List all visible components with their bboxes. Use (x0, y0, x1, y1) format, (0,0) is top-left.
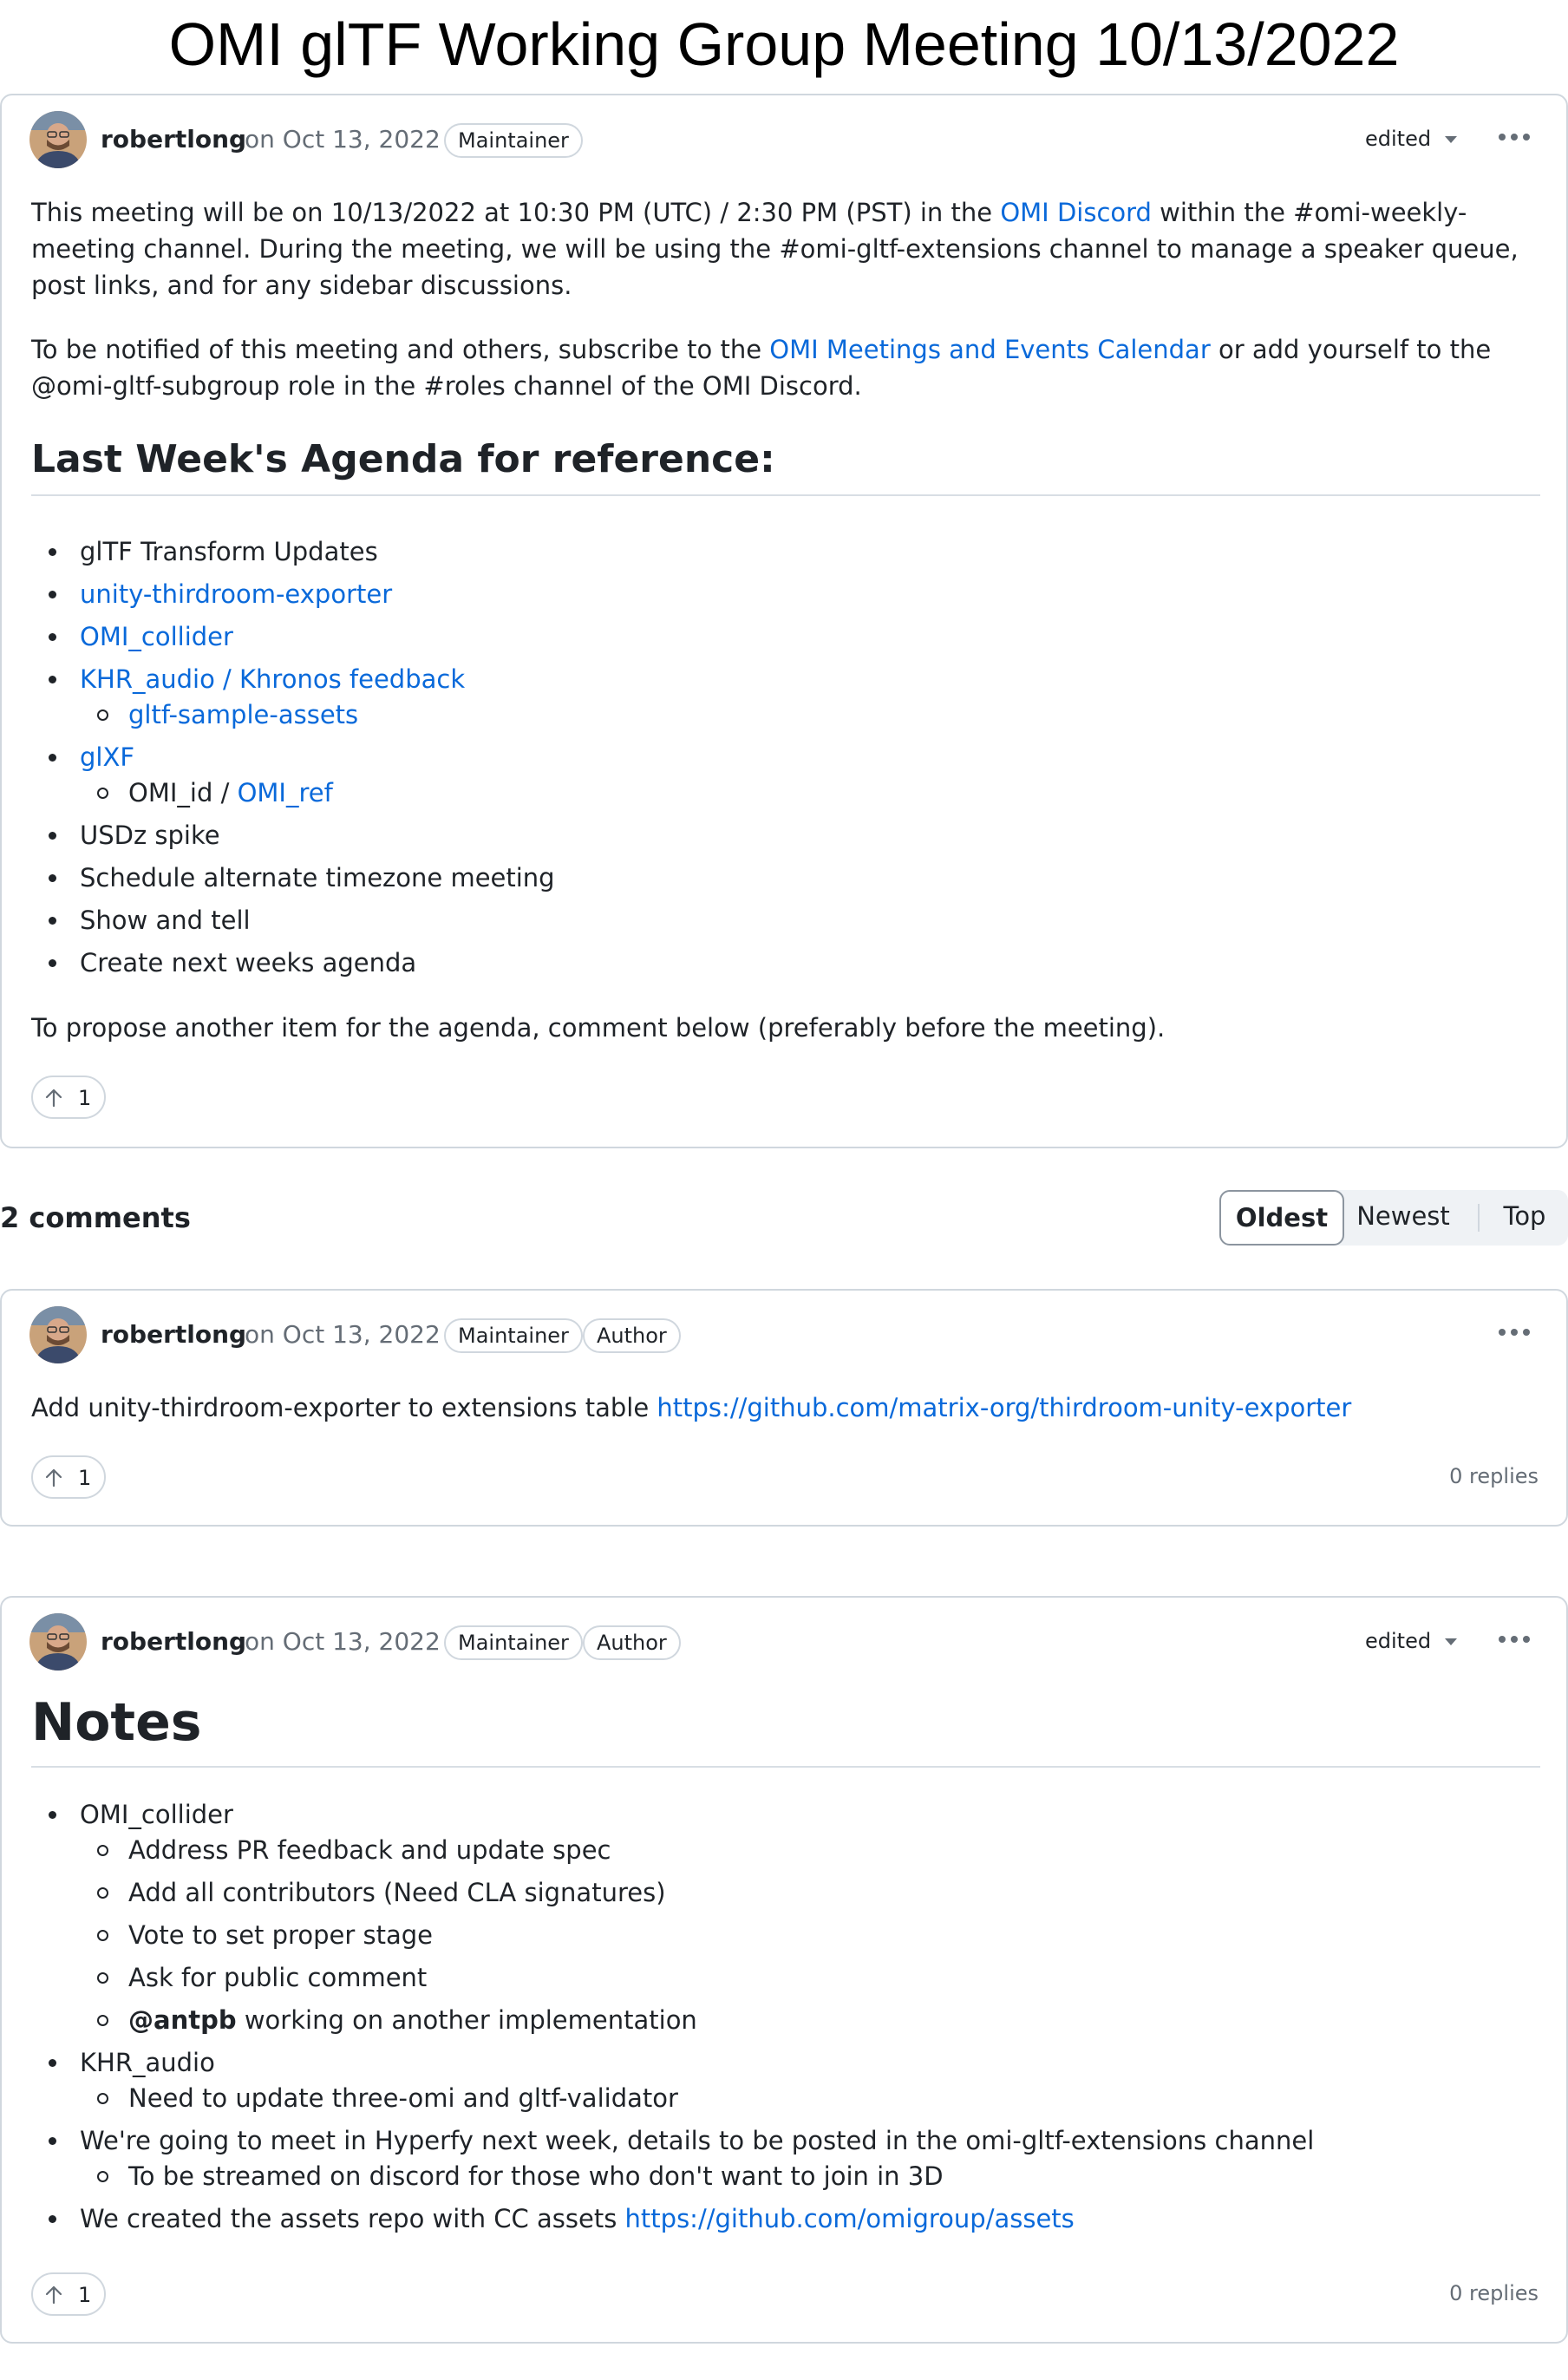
list-item: gltf-sample-assets (80, 694, 1540, 736)
post-header: robertlong on Oct 13, 2022 Maintainer ed… (29, 111, 1539, 168)
comment-header: robertlong on Oct 13, 2022 Maintainer Au… (29, 1306, 1539, 1363)
comments-count: 2 comments (0, 1201, 191, 1234)
upvote-button[interactable]: 1 (31, 2272, 106, 2316)
author-name[interactable]: robertlong (101, 1626, 246, 1658)
caret-down-icon (1445, 136, 1458, 143)
divider (1478, 1204, 1480, 1232)
author-badge: Author (583, 1625, 681, 1660)
edited-dropdown[interactable]: edited (1365, 125, 1458, 153)
upvote-button[interactable]: 1 (31, 1076, 106, 1119)
agenda-list: glTF Transform Updates unity-thirdroom-e… (31, 531, 1540, 984)
caret-down-icon (1445, 1638, 1458, 1645)
list-item: @antpb working on another implementation (80, 1999, 1540, 2042)
unity-thirdroom-exporter-link[interactable]: unity-thirdroom-exporter (80, 579, 392, 609)
list-item: glXF OMI_id / OMI_ref (31, 736, 1540, 814)
replies-count[interactable]: 0 replies (1449, 2279, 1539, 2307)
user-mention[interactable]: @antpb (128, 2005, 237, 2035)
notes-list: OMI_collider Address PR feedback and upd… (31, 1794, 1540, 2240)
page-title: OMI glTF Working Group Meeting 10/13/202… (168, 10, 1400, 78)
upvote-button[interactable]: 1 (31, 1455, 106, 1499)
avatar[interactable] (29, 111, 87, 168)
sort-top-button[interactable]: Top (1481, 1190, 1568, 1246)
more-options-icon[interactable] (1495, 1629, 1533, 1650)
list-item: Create next weeks agenda (31, 942, 1540, 984)
more-options-icon[interactable] (1495, 127, 1533, 147)
list-item: KHR_audio / Khronos feedback gltf-sample… (31, 658, 1540, 736)
arrow-up-icon (43, 2285, 64, 2305)
omi-discord-link[interactable]: OMI Discord (1000, 198, 1152, 227)
comment-header: robertlong on Oct 13, 2022 Maintainer Au… (29, 1613, 1539, 1671)
comment: robertlong on Oct 13, 2022 Maintainer Au… (0, 1289, 1568, 1527)
list-item: KHR_audio Need to update three-omi and g… (31, 2042, 1540, 2120)
list-item: We created the assets repo with CC asset… (31, 2198, 1540, 2240)
agenda-heading: Last Week's Agenda for reference: (31, 435, 1540, 496)
closing-text: To propose another item for the agenda, … (31, 1013, 1166, 1043)
sort-segmented-control: Oldest Newest Top (1219, 1190, 1568, 1246)
glxf-link[interactable]: glXF (80, 742, 134, 772)
discussion-post: robertlong on Oct 13, 2022 Maintainer ed… (0, 94, 1568, 1148)
maintainer-badge: Maintainer (444, 123, 583, 158)
arrow-up-icon (43, 1088, 64, 1108)
list-item: Need to update three-omi and gltf-valida… (80, 2077, 1540, 2120)
maintainer-badge: Maintainer (444, 1318, 583, 1353)
avatar[interactable] (29, 1613, 87, 1671)
comment-date[interactable]: on Oct 13, 2022 (245, 1626, 441, 1658)
arrow-up-icon (43, 1468, 64, 1488)
sort-newest-button[interactable]: Newest (1349, 1190, 1457, 1246)
avatar[interactable] (29, 1306, 87, 1363)
calendar-link[interactable]: OMI Meetings and Events Calendar (769, 335, 1210, 364)
comment: robertlong on Oct 13, 2022 Maintainer Au… (0, 1596, 1568, 2344)
list-item: To be streamed on discord for those who … (80, 2155, 1540, 2198)
omi-ref-link[interactable]: OMI_ref (238, 778, 333, 808)
upvote-count: 1 (78, 2283, 92, 2307)
notes-heading: Notes (31, 1691, 1540, 1768)
list-item: USDz spike (31, 814, 1540, 857)
more-options-icon[interactable] (1495, 1322, 1533, 1343)
edited-label: edited (1365, 1629, 1432, 1653)
author-name[interactable]: robertlong (101, 124, 246, 155)
upvote-count: 1 (78, 1086, 92, 1110)
list-item: Show and tell (31, 899, 1540, 942)
post-paragraph-1: This meeting will be on 10/13/2022 at 10… (31, 198, 1519, 300)
list-item: Schedule alternate timezone meeting (31, 857, 1540, 899)
sort-oldest-button[interactable]: Oldest (1219, 1190, 1344, 1246)
author-name[interactable]: robertlong (101, 1319, 246, 1350)
list-item: Address PR feedback and update spec (80, 1829, 1540, 1872)
list-item: glTF Transform Updates (31, 531, 1540, 573)
post-paragraph-2: To be notified of this meeting and other… (31, 335, 1492, 401)
list-item: Add all contributors (Need CLA signature… (80, 1872, 1540, 1914)
gltf-sample-assets-link[interactable]: gltf-sample-assets (128, 700, 358, 729)
comment-date[interactable]: on Oct 13, 2022 (245, 1319, 441, 1350)
list-item: OMI_id / OMI_ref (80, 772, 1540, 814)
list-item: Ask for public comment (80, 1957, 1540, 1999)
replies-count[interactable]: 0 replies (1449, 1462, 1539, 1490)
omi-collider-link[interactable]: OMI_collider (80, 622, 233, 651)
list-item: unity-thirdroom-exporter (31, 573, 1540, 616)
omigroup-assets-link[interactable]: https://github.com/omigroup/assets (625, 2204, 1075, 2233)
post-date[interactable]: on Oct 13, 2022 (245, 124, 441, 155)
edited-dropdown[interactable]: edited (1365, 1627, 1458, 1655)
list-item: Vote to set proper stage (80, 1914, 1540, 1957)
maintainer-badge: Maintainer (444, 1625, 583, 1660)
list-item: OMI_collider (31, 616, 1540, 658)
upvote-count: 1 (78, 1466, 92, 1490)
list-item: OMI_collider Address PR feedback and upd… (31, 1794, 1540, 2042)
edited-label: edited (1365, 127, 1432, 151)
thirdroom-unity-exporter-link[interactable]: https://github.com/matrix-org/thirdroom-… (657, 1393, 1351, 1422)
author-badge: Author (583, 1318, 681, 1353)
comment-text: Add unity-thirdroom-exporter to extensio… (31, 1393, 1352, 1422)
list-item: We're going to meet in Hyperfy next week… (31, 2120, 1540, 2198)
khr-audio-link[interactable]: KHR_audio / Khronos feedback (80, 664, 465, 694)
